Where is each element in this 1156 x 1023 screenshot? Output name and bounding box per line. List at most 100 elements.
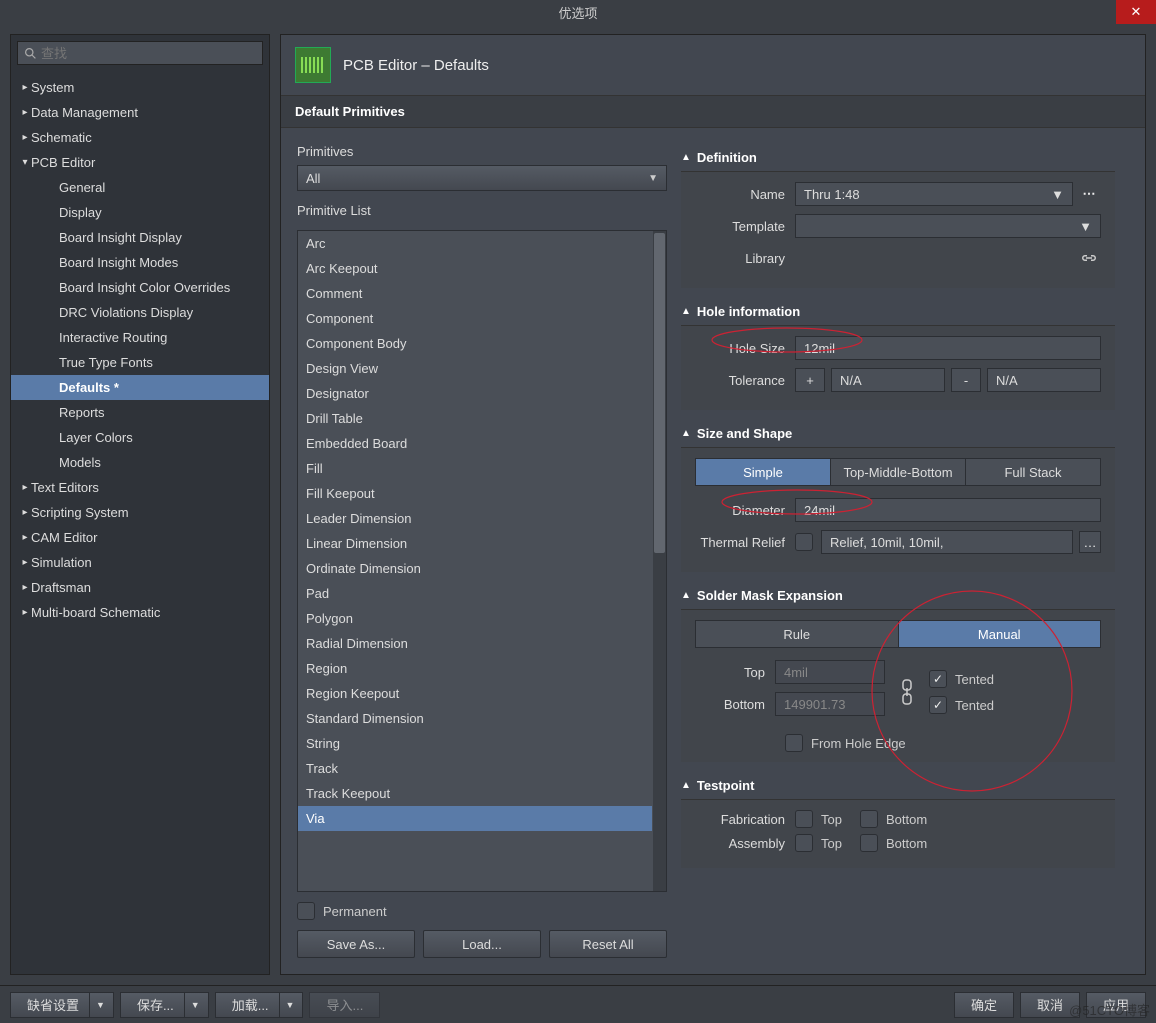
tolerance-plus-input[interactable]: N/A (831, 368, 945, 392)
list-item[interactable]: Component Body (298, 331, 652, 356)
list-item[interactable]: Arc (298, 231, 652, 256)
mask-bottom-input[interactable]: 149901.73 (775, 692, 885, 716)
scrollbar[interactable] (653, 231, 666, 891)
tree-item[interactable]: Layer Colors (11, 425, 269, 450)
list-item[interactable]: Standard Dimension (298, 706, 652, 731)
list-item[interactable]: Region (298, 656, 652, 681)
definition-header[interactable]: ▲Definition (681, 144, 1115, 171)
tree-item[interactable]: Board Insight Modes (11, 250, 269, 275)
list-item[interactable]: Linear Dimension (298, 531, 652, 556)
tab-simple[interactable]: Simple (696, 459, 831, 485)
thermal-relief-more-button[interactable]: … (1079, 531, 1101, 553)
list-item[interactable]: Radial Dimension (298, 631, 652, 656)
link-icon[interactable] (1077, 246, 1101, 270)
testpoint-header[interactable]: ▲Testpoint (681, 772, 1115, 799)
list-item[interactable]: Comment (298, 281, 652, 306)
list-item[interactable]: Design View (298, 356, 652, 381)
footer-load-button[interactable]: 加载...▼ (215, 992, 304, 1018)
mask-top-tented-checkbox[interactable] (929, 670, 947, 688)
footer-import-button[interactable]: 导入... (309, 992, 380, 1018)
search-box[interactable] (17, 41, 263, 65)
list-item[interactable]: Fill Keepout (298, 481, 652, 506)
diameter-input[interactable]: 24mil (795, 498, 1101, 522)
hole-size-input[interactable]: 12mil (795, 336, 1101, 360)
footer-save-button[interactable]: 保存...▼ (120, 992, 209, 1018)
tree-item[interactable]: True Type Fonts (11, 350, 269, 375)
list-item[interactable]: Embedded Board (298, 431, 652, 456)
tree-item[interactable]: ▸Draftsman (11, 575, 269, 600)
search-input[interactable] (41, 46, 256, 61)
tree-item[interactable]: Board Insight Display (11, 225, 269, 250)
tree-item[interactable]: ▸Multi-board Schematic (11, 600, 269, 625)
tree-item[interactable]: ▸Schematic (11, 125, 269, 150)
list-item[interactable]: Drill Table (298, 406, 652, 431)
tab-full-stack[interactable]: Full Stack (966, 459, 1100, 485)
list-item[interactable]: String (298, 731, 652, 756)
ok-button[interactable]: 确定 (954, 992, 1014, 1018)
list-item[interactable]: Region Keepout (298, 681, 652, 706)
tree-item[interactable]: ▾PCB Editor (11, 150, 269, 175)
tree-item[interactable]: Reports (11, 400, 269, 425)
save-as-button[interactable]: Save As... (297, 930, 415, 958)
default-settings-button[interactable]: 缺省设置▼ (10, 992, 114, 1018)
tree-item[interactable]: DRC Violations Display (11, 300, 269, 325)
reset-all-button[interactable]: Reset All (549, 930, 667, 958)
permanent-checkbox[interactable] (297, 902, 315, 920)
list-item[interactable]: Designator (298, 381, 652, 406)
thermal-relief-checkbox[interactable] (795, 533, 813, 551)
mask-tabs: RuleManual (695, 620, 1101, 648)
mask-bottom-tented-checkbox[interactable] (929, 696, 947, 714)
list-item[interactable]: Track (298, 756, 652, 781)
tree-item[interactable]: Display (11, 200, 269, 225)
tree-item[interactable]: ▸Text Editors (11, 475, 269, 500)
tree-item[interactable]: Defaults * (11, 375, 269, 400)
preferences-tree[interactable]: ▸System▸Data Management▸Schematic▾PCB Ed… (11, 71, 269, 974)
list-item[interactable]: Track Keepout (298, 781, 652, 806)
close-button[interactable]: ✕ (1116, 0, 1156, 24)
mask-top-input[interactable]: 4mil (775, 660, 885, 684)
name-select[interactable]: Thru 1:48▼ (795, 182, 1073, 206)
tab-top-middle-bottom[interactable]: Top-Middle-Bottom (831, 459, 966, 485)
tree-item[interactable]: ▸System (11, 75, 269, 100)
list-item[interactable]: Component (298, 306, 652, 331)
list-item[interactable]: Arc Keepout (298, 256, 652, 281)
preferences-sidebar: ▸System▸Data Management▸Schematic▾PCB Ed… (10, 34, 270, 975)
fab-top-checkbox[interactable] (795, 810, 813, 828)
from-hole-edge-label: From Hole Edge (811, 736, 906, 751)
tree-item[interactable]: Board Insight Color Overrides (11, 275, 269, 300)
chevron-down-icon: ▼ (648, 173, 658, 184)
tree-item[interactable]: ▸Data Management (11, 100, 269, 125)
list-item[interactable]: Fill (298, 456, 652, 481)
list-item[interactable]: Leader Dimension (298, 506, 652, 531)
list-item[interactable]: Ordinate Dimension (298, 556, 652, 581)
primitives-select[interactable]: All ▼ (297, 165, 667, 191)
template-select[interactable]: ▼ (795, 214, 1101, 238)
tolerance-minus-input[interactable]: N/A (987, 368, 1101, 392)
solder-mask-header[interactable]: ▲Solder Mask Expansion (681, 582, 1115, 609)
list-item[interactable]: Via (298, 806, 652, 831)
asm-bottom-checkbox[interactable] (860, 834, 878, 852)
name-more-button[interactable]: ⋯ (1077, 182, 1101, 206)
list-item[interactable]: Polygon (298, 606, 652, 631)
tree-item[interactable]: ▸Simulation (11, 550, 269, 575)
tree-item[interactable]: ▸Scripting System (11, 500, 269, 525)
tree-item[interactable]: Interactive Routing (11, 325, 269, 350)
load-button[interactable]: Load... (423, 930, 541, 958)
primitive-listbox[interactable]: ArcArc KeepoutCommentComponentComponent … (297, 230, 667, 892)
tab-manual[interactable]: Manual (899, 621, 1101, 647)
tab-rule[interactable]: Rule (696, 621, 899, 647)
from-hole-edge-checkbox[interactable] (785, 734, 803, 752)
size-shape-header[interactable]: ▲Size and Shape (681, 420, 1115, 447)
hole-size-label: Hole Size (695, 341, 795, 356)
template-label: Template (695, 219, 795, 234)
tree-item[interactable]: ▸CAM Editor (11, 525, 269, 550)
list-item[interactable]: Pad (298, 581, 652, 606)
link-chain-icon[interactable] (895, 678, 919, 706)
hole-info-header[interactable]: ▲Hole information (681, 298, 1115, 325)
asm-top-checkbox[interactable] (795, 834, 813, 852)
tree-item[interactable]: Models (11, 450, 269, 475)
fab-bottom-checkbox[interactable] (860, 810, 878, 828)
thermal-relief-value[interactable]: Relief, 10mil, 10mil, (821, 530, 1073, 554)
permanent-label: Permanent (323, 904, 387, 919)
tree-item[interactable]: General (11, 175, 269, 200)
